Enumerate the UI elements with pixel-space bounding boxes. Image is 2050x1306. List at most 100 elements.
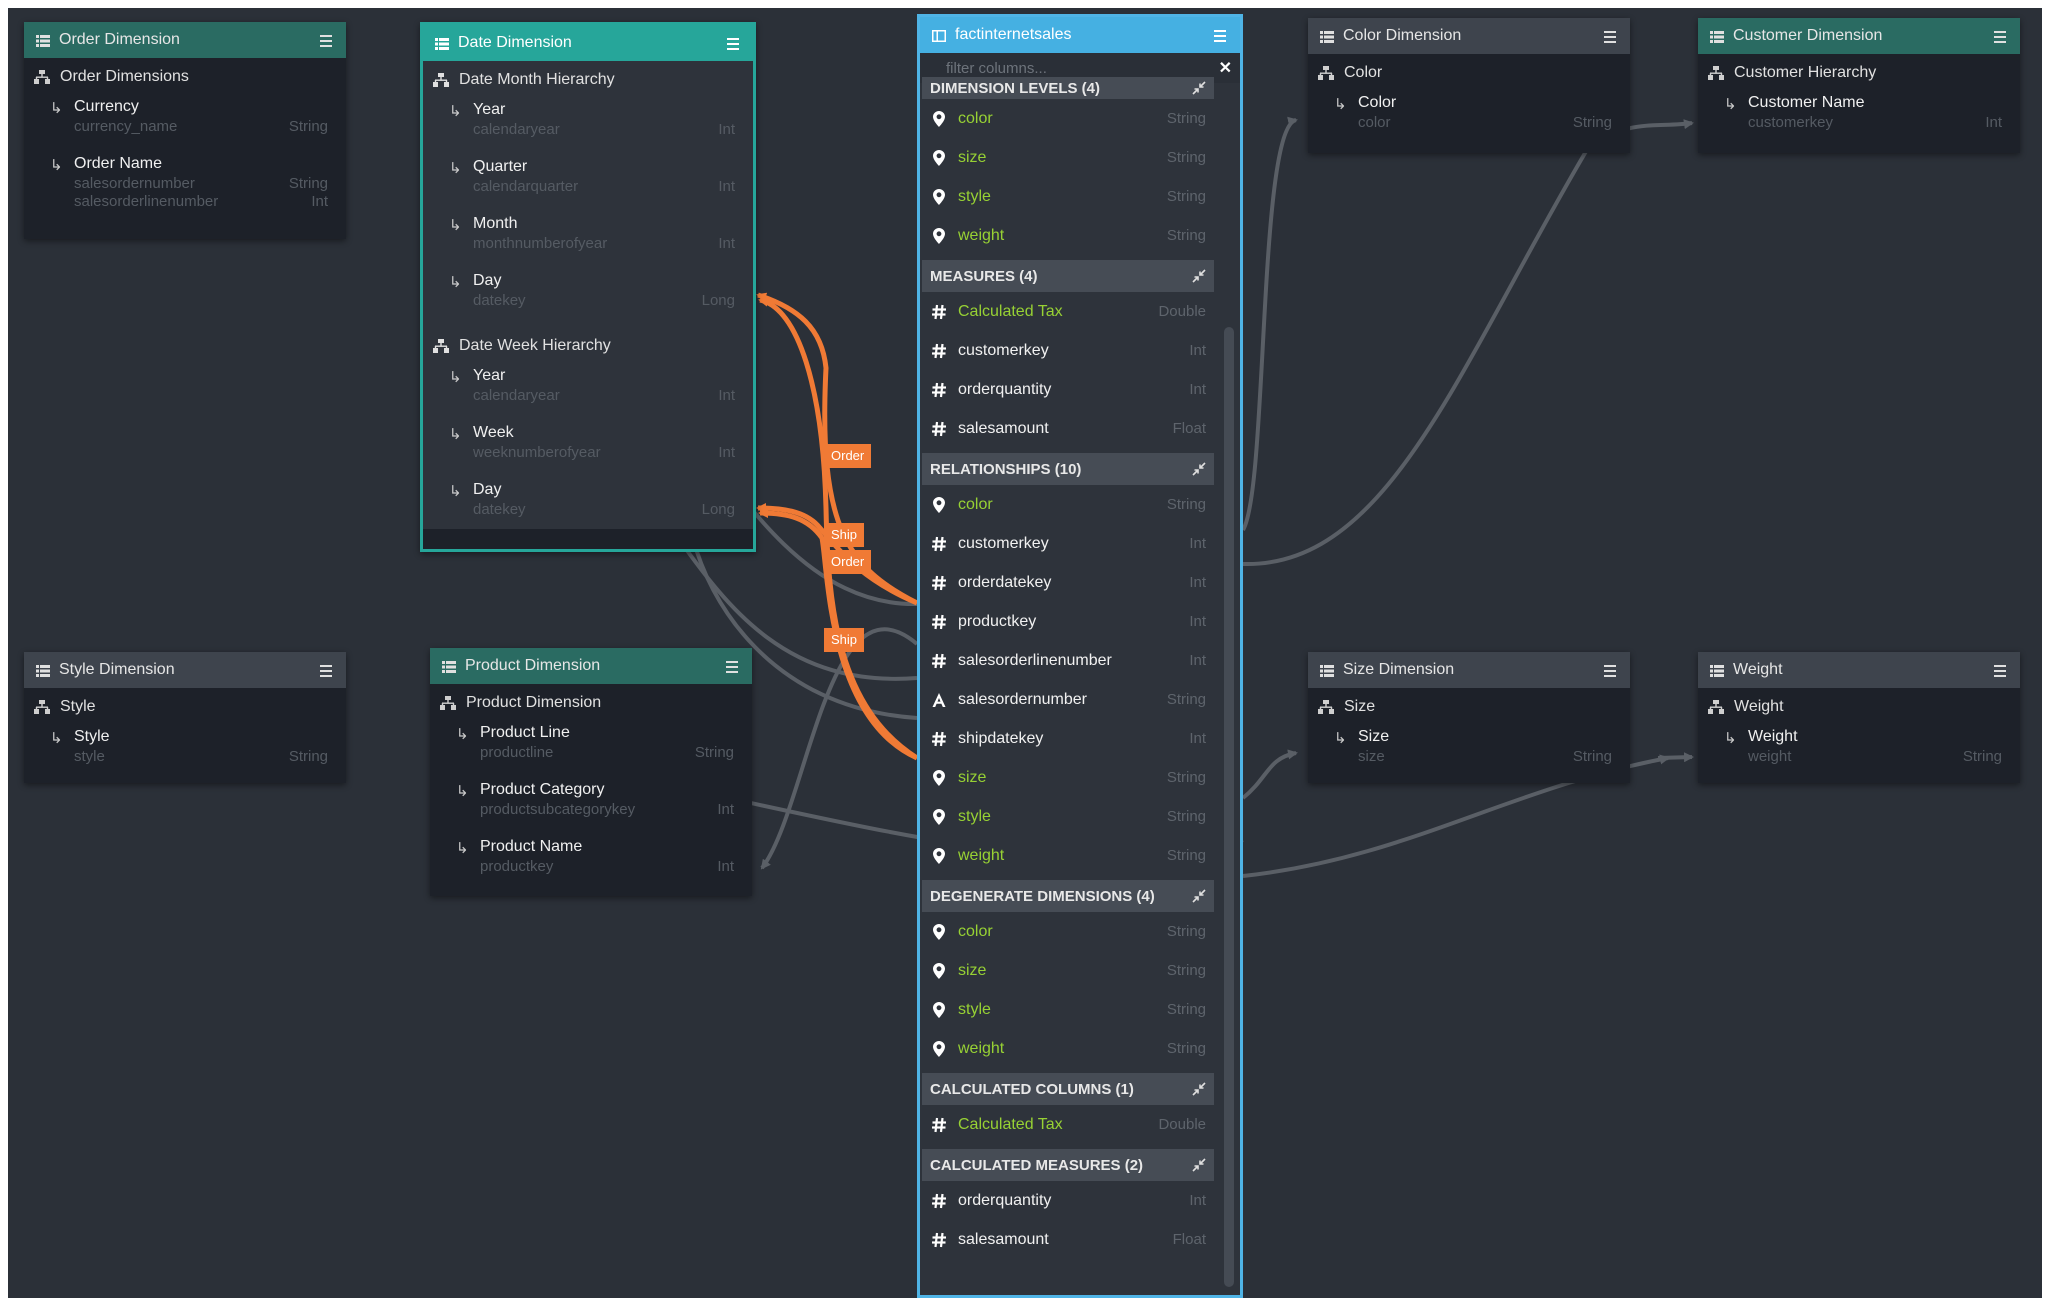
style-dimension-card[interactable]: Style Dimension Style ↳ Style style String	[24, 652, 346, 783]
section-calculated-columns[interactable]: CALCULATED COLUMNS (1)	[922, 1073, 1214, 1105]
level-name: Customer Name	[1748, 94, 1865, 111]
collapse-icon[interactable]	[1192, 81, 1206, 95]
hierarchy-row-month[interactable]: Date Month Hierarchy	[423, 61, 753, 99]
level-product-category[interactable]: ↳ Product Category productsubcategorykey In…	[430, 779, 752, 836]
hierarchy-row[interactable]: Order Dimensions	[24, 58, 346, 96]
hierarchy-row[interactable]: Style	[24, 688, 346, 726]
menu-icon[interactable]	[318, 34, 334, 47]
hierarchy-row[interactable]: Weight	[1698, 688, 2020, 726]
level-product-name[interactable]: ↳ Product Name productkey Int	[430, 836, 752, 893]
level-day[interactable]: ↳ Day datekey Long	[423, 479, 753, 529]
column-row-style[interactable]: style String	[922, 177, 1214, 216]
relationship-badge-ship-2[interactable]: Ship	[824, 628, 865, 652]
column-row-weight[interactable]: weight String	[922, 836, 1214, 875]
model-canvas[interactable]: Order Ship Order Ship Order Dimension Or…	[8, 8, 2042, 1298]
column-row-color[interactable]: color String	[922, 485, 1214, 524]
filter-columns-input[interactable]	[944, 58, 1219, 78]
column-row-weight[interactable]: weight String	[922, 216, 1214, 255]
column-row-customerkey[interactable]: customerkey Int	[922, 524, 1214, 563]
column-row-calculated-tax[interactable]: Calculated Tax Double	[922, 1105, 1214, 1144]
level-week[interactable]: ↳ Week weeknumberofyear Int	[423, 422, 753, 479]
level-product-line[interactable]: ↳ Product Line productline String	[430, 722, 752, 779]
level-year[interactable]: ↳ Year calendaryear Int	[423, 99, 753, 156]
menu-icon[interactable]	[1992, 30, 2008, 43]
column-row-salesamount[interactable]: salesamount Float	[922, 409, 1214, 448]
column-row-style[interactable]: style String	[922, 797, 1214, 836]
hash-icon	[930, 1117, 948, 1133]
column-row-salesordernumber[interactable]: salesordernumber String	[922, 680, 1214, 719]
section-degenerate-dimensions[interactable]: DEGENERATE DIMENSIONS (4)	[922, 880, 1214, 912]
hierarchy-row[interactable]: Size	[1308, 688, 1630, 726]
level-color[interactable]: ↳ Color color String	[1308, 92, 1630, 149]
level-weight[interactable]: ↳ Weight weight String	[1698, 726, 2020, 783]
section-measures[interactable]: MEASURES (4)	[922, 260, 1214, 292]
color-dimension-card[interactable]: Color Dimension Color ↳ Color color String	[1308, 18, 1630, 153]
level-year[interactable]: ↳ Year calendaryear Int	[423, 365, 753, 422]
hierarchy-row[interactable]: Product Dimension	[430, 684, 752, 722]
menu-icon[interactable]	[1992, 664, 2008, 677]
product-dimension-header[interactable]: Product Dimension	[430, 648, 752, 684]
column-row-calculated-tax[interactable]: Calculated Tax Double	[922, 292, 1214, 331]
fact-table-header[interactable]: factinternetsales	[920, 17, 1240, 53]
column-row-orderquantity[interactable]: orderquantity Int	[922, 370, 1214, 409]
collapse-icon[interactable]	[1192, 269, 1206, 283]
size-dimension-card[interactable]: Size Dimension Size ↳ Size size String	[1308, 652, 1630, 783]
relationship-badge-ship[interactable]: Ship	[824, 523, 865, 547]
column-row-salesamount[interactable]: salesamount Float	[922, 1220, 1214, 1259]
level-quarter[interactable]: ↳ Quarter calendarquarter Int	[423, 156, 753, 213]
column-row-size[interactable]: size String	[922, 138, 1214, 177]
close-icon[interactable]: ✕	[1219, 58, 1232, 78]
collapse-icon[interactable]	[1192, 1082, 1206, 1096]
section-relationships[interactable]: RELATIONSHIPS (10)	[922, 453, 1214, 485]
date-dimension-card[interactable]: Date Dimension Date Month Hierarchy ↳ Yea…	[420, 22, 756, 552]
section-calculated-measures[interactable]: CALCULATED MEASURES (2)	[922, 1149, 1214, 1181]
menu-icon[interactable]	[1602, 664, 1618, 677]
hierarchy-row[interactable]: Customer Hierarchy	[1698, 54, 2020, 92]
customer-dimension-header[interactable]: Customer Dimension	[1698, 18, 2020, 54]
level-currency[interactable]: ↳ Currency currency_name String	[24, 96, 346, 153]
column-row-customerkey[interactable]: customerkey Int	[922, 331, 1214, 370]
column-row-color[interactable]: color String	[922, 912, 1214, 951]
column-row-orderquantity[interactable]: orderquantity Int	[922, 1181, 1214, 1220]
column-row-orderdatekey[interactable]: orderdatekey Int	[922, 563, 1214, 602]
customer-dimension-card[interactable]: Customer Dimension Customer Hierarchy ↳ C…	[1698, 18, 2020, 153]
column-row-productkey[interactable]: productkey Int	[922, 602, 1214, 641]
order-dimension-header[interactable]: Order Dimension	[24, 22, 346, 58]
menu-icon[interactable]	[1602, 30, 1618, 43]
product-dimension-card[interactable]: Product Dimension Product Dimension ↳ Pro…	[430, 648, 752, 896]
column-row-weight[interactable]: weight String	[922, 1029, 1214, 1068]
menu-icon[interactable]	[1212, 29, 1228, 42]
menu-icon[interactable]	[318, 664, 334, 677]
relationship-badge-order-2[interactable]: Order	[824, 550, 872, 574]
weight-dimension-card[interactable]: Weight Weight ↳ Weight weight String	[1698, 652, 2020, 783]
order-dimension-card[interactable]: Order Dimension Order Dimensions ↳ Curre…	[24, 22, 346, 239]
column-row-color[interactable]: color String	[922, 99, 1214, 138]
style-dimension-header[interactable]: Style Dimension	[24, 652, 346, 688]
level-style[interactable]: ↳ Style style String	[24, 726, 346, 783]
column-row-shipdatekey[interactable]: shipdatekey Int	[922, 719, 1214, 758]
scrollbar[interactable]	[1224, 327, 1234, 1287]
color-dimension-header[interactable]: Color Dimension	[1308, 18, 1630, 54]
level-month[interactable]: ↳ Month monthnumberofyear Int	[423, 213, 753, 270]
relationship-badge-order[interactable]: Order	[824, 444, 872, 468]
menu-icon[interactable]	[725, 37, 741, 50]
collapse-icon[interactable]	[1192, 462, 1206, 476]
hierarchy-row-week[interactable]: Date Week Hierarchy	[423, 327, 753, 365]
collapse-icon[interactable]	[1192, 889, 1206, 903]
level-day[interactable]: ↳ Day datekey Long	[423, 270, 753, 327]
level-customer-name[interactable]: ↳ Customer Name customerkey Int	[1698, 92, 2020, 149]
level-order-name[interactable]: ↳ Order Name salesordernumber salesorderl…	[24, 153, 346, 227]
collapse-icon[interactable]	[1192, 1158, 1206, 1172]
column-row-style[interactable]: style String	[922, 990, 1214, 1029]
date-dimension-header[interactable]: Date Dimension	[423, 25, 753, 61]
size-dimension-header[interactable]: Size Dimension	[1308, 652, 1630, 688]
fact-table-card[interactable]: factinternetsales ✕ DIMENSION LEVELS (4)…	[917, 14, 1243, 1298]
menu-icon[interactable]	[724, 660, 740, 673]
weight-dimension-header[interactable]: Weight	[1698, 652, 2020, 688]
column-row-salesorderlinenumber[interactable]: salesorderlinenumber Int	[922, 641, 1214, 680]
level-size[interactable]: ↳ Size size String	[1308, 726, 1630, 783]
column-row-size[interactable]: size String	[922, 951, 1214, 990]
hierarchy-row[interactable]: Color	[1308, 54, 1630, 92]
column-row-size[interactable]: size String	[922, 758, 1214, 797]
section-dimension-levels[interactable]: DIMENSION LEVELS (4)	[922, 77, 1214, 99]
